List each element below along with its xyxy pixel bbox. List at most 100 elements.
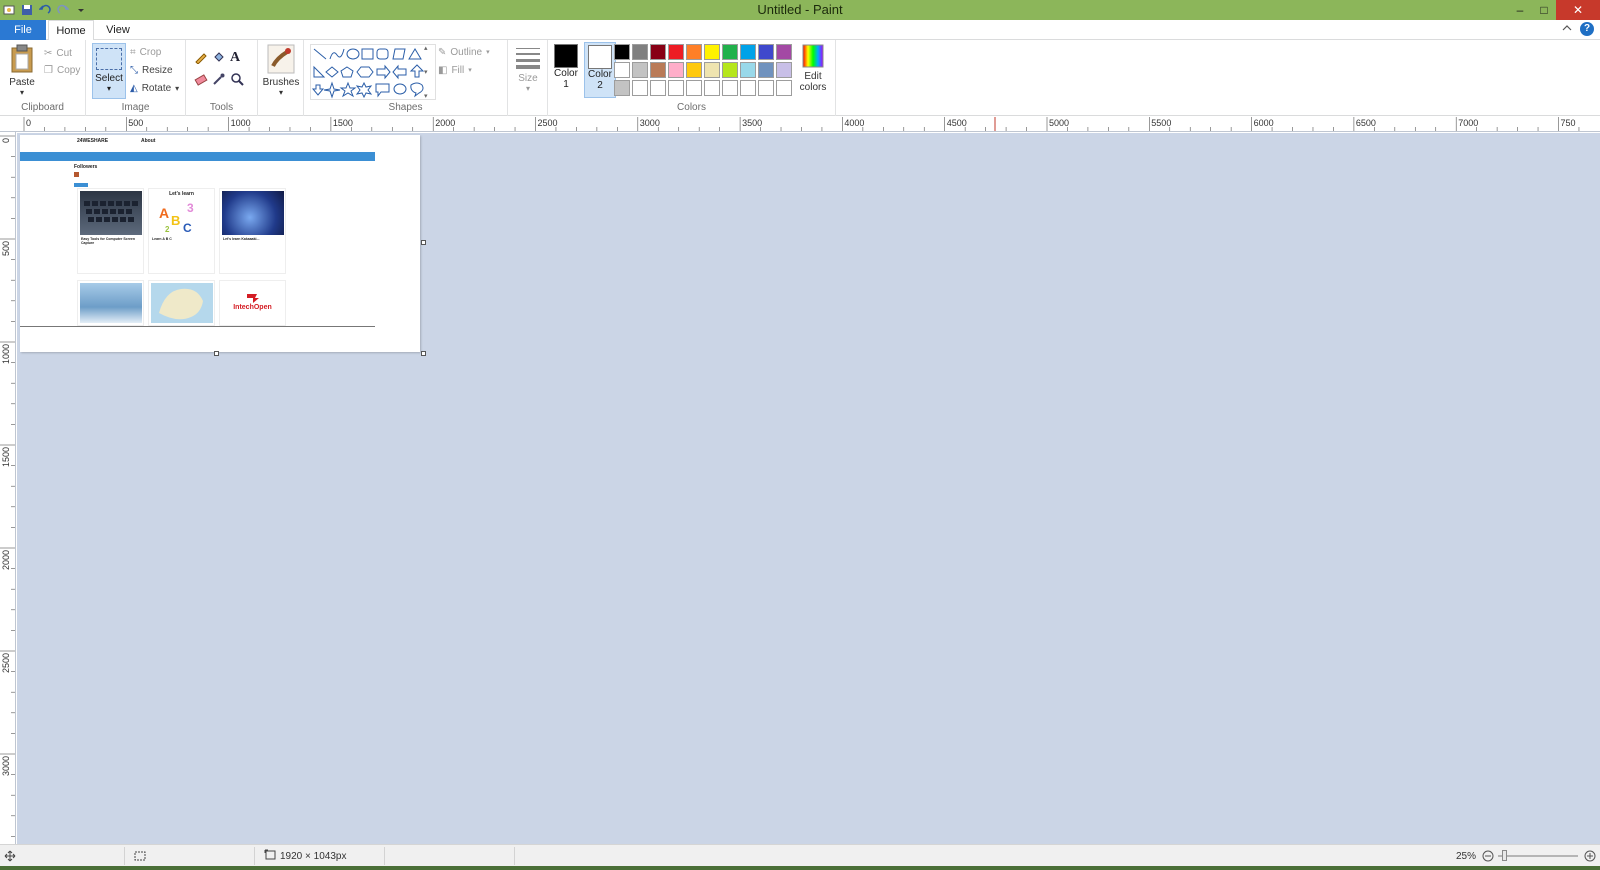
shapes-scroll[interactable]: ▴ ▾ ▾ [424, 44, 434, 100]
canvas-follower-avatar [74, 172, 79, 177]
horizontal-ruler-ticks: 0 500 1000 1500 2000 2500 3000 3500 4000 4500 5000… [23, 117, 1580, 131]
window-title: Untitled - Paint [757, 2, 843, 17]
palette-color-swatch[interactable] [668, 44, 684, 60]
palette-color-swatch[interactable] [704, 44, 720, 60]
ruler-h-label: 4500 [947, 118, 967, 128]
color1-selector[interactable]: Color 1 [550, 42, 582, 98]
palette-color-swatch[interactable] [650, 62, 666, 78]
canvas-workspace[interactable]: 24WESHARE About Followers Easy Tools for… [17, 133, 1600, 844]
zoom-in-button[interactable] [1584, 845, 1596, 867]
palette-color-swatch[interactable] [722, 80, 738, 96]
colors-group-label: Colors [677, 102, 706, 113]
ruler-h-label: 3000 [640, 118, 660, 128]
fill-bucket-icon[interactable] [212, 50, 230, 72]
ruler-v-label: 2500 [1, 653, 11, 673]
palette-color-swatch[interactable] [740, 44, 756, 60]
palette-color-swatch[interactable] [614, 80, 630, 96]
collapse-ribbon-icon[interactable] [1562, 23, 1572, 35]
palette-color-swatch[interactable] [758, 80, 774, 96]
ruler-h-label: 500 [128, 118, 143, 128]
resize-handle-right[interactable] [421, 240, 426, 245]
size-button[interactable]: Size ▾ [512, 46, 544, 93]
palette-color-swatch[interactable] [704, 80, 720, 96]
palette-color-swatch[interactable] [758, 62, 774, 78]
ruler-v-label: 1500 [1, 447, 11, 467]
ruler-h-label: 2500 [538, 118, 558, 128]
shapes-group-label: Shapes [388, 102, 423, 113]
color2-selector[interactable]: Color 2 [584, 42, 616, 98]
ruler-h-label: 1500 [333, 118, 353, 128]
palette-color-swatch[interactable] [740, 62, 756, 78]
ruler-h-label: 6000 [1254, 118, 1274, 128]
palette-color-swatch[interactable] [758, 44, 774, 60]
paste-button[interactable]: Paste ▾ [6, 44, 38, 97]
eraser-icon[interactable] [194, 72, 212, 94]
canvas-bottom-line [20, 326, 375, 327]
colors-group: Color 1 Color 2 Edit colors Colors [548, 40, 836, 116]
palette-color-swatch[interactable] [722, 44, 738, 60]
scissors-icon: ✂ [44, 47, 53, 59]
tab-file[interactable]: File [0, 20, 46, 40]
text-tool-icon[interactable]: A [230, 50, 248, 72]
image-dimensions: 1920 × 1043px [264, 845, 346, 867]
close-button[interactable]: ✕ [1556, 0, 1600, 20]
title-bar: Untitled - Paint – □ ✕ [0, 0, 1600, 20]
select-button[interactable]: Select ▾ [92, 43, 126, 99]
tab-view[interactable]: View [98, 20, 138, 40]
fill-icon: ◧ [438, 64, 448, 76]
palette-color-swatch[interactable] [632, 80, 648, 96]
brushes-group: Brushes ▾ [258, 40, 304, 116]
help-icon[interactable]: ? [1580, 22, 1594, 36]
palette-color-swatch[interactable] [668, 80, 684, 96]
status-bar: 1920 × 1043px 25% [0, 844, 1600, 866]
cut-button[interactable]: ✂ Cut [44, 45, 72, 61]
canvas-card: Let's learn Kakaaaki... [219, 188, 286, 274]
palette-color-swatch[interactable] [614, 44, 630, 60]
line-size-icon [514, 46, 542, 73]
zoom-level: 25% [1456, 850, 1477, 862]
ruler-h-label: 4000 [844, 118, 864, 128]
minimize-button[interactable]: – [1508, 0, 1532, 20]
palette-color-swatch[interactable] [740, 80, 756, 96]
image-size-icon [264, 849, 276, 864]
maximize-button[interactable]: □ [1532, 0, 1556, 20]
palette-color-swatch[interactable] [704, 62, 720, 78]
palette-color-swatch[interactable] [614, 62, 630, 78]
tab-home[interactable]: Home [48, 20, 94, 41]
ruler-h-label: 3500 [742, 118, 762, 128]
fill-button[interactable]: ◧ Fill ▾ [438, 62, 472, 78]
palette-color-swatch[interactable] [776, 62, 792, 78]
outline-button[interactable]: ✎ Outline ▾ [438, 44, 490, 60]
magnifier-icon[interactable] [230, 72, 248, 94]
resize-button[interactable]: ⤡ Resize [130, 62, 173, 78]
edit-colors-button[interactable]: Edit colors [798, 44, 828, 93]
vertical-ruler: 0 500 1000 1500 2000 2500 3000 [0, 132, 16, 844]
rotate-button[interactable]: ◭ Rotate ▾ [130, 80, 179, 96]
palette-color-swatch[interactable] [650, 80, 666, 96]
resize-handle-corner[interactable] [421, 351, 426, 356]
map-image [151, 283, 213, 323]
zoom-out-button[interactable] [1482, 845, 1494, 867]
palette-color-swatch[interactable] [668, 62, 684, 78]
resize-handle-bottom[interactable] [214, 351, 219, 356]
pencil-icon[interactable] [194, 50, 212, 72]
drawing-canvas[interactable]: 24WESHARE About Followers Easy Tools for… [20, 135, 420, 352]
color-picker-icon[interactable] [212, 72, 230, 94]
palette-color-swatch[interactable] [650, 44, 666, 60]
palette-color-swatch[interactable] [722, 62, 738, 78]
palette-color-swatch[interactable] [686, 44, 702, 60]
zoom-slider[interactable] [1498, 845, 1580, 867]
palette-color-swatch[interactable] [686, 62, 702, 78]
palette-color-swatch[interactable] [776, 80, 792, 96]
zoom-slider-thumb[interactable] [1502, 850, 1507, 861]
image-group: Select ▾ ⌗ Crop ⤡ Resize ◭ Rotate ▾ Imag… [86, 40, 186, 116]
palette-color-swatch[interactable] [776, 44, 792, 60]
brushes-button[interactable]: Brushes ▾ [262, 44, 300, 97]
tools-group-label: Tools [209, 102, 234, 113]
copy-button[interactable]: ❐ Copy [44, 62, 80, 78]
crop-button[interactable]: ⌗ Crop [130, 44, 161, 60]
palette-color-swatch[interactable] [686, 80, 702, 96]
palette-color-swatch[interactable] [632, 62, 648, 78]
shapes-gallery[interactable] [310, 44, 436, 100]
palette-color-swatch[interactable] [632, 44, 648, 60]
